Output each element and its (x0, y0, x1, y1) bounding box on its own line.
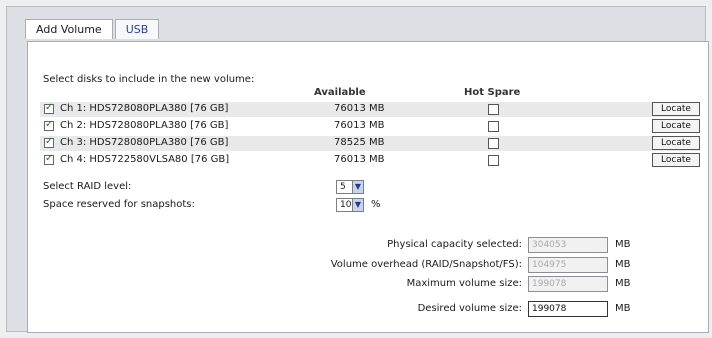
locate-button[interactable]: Locate (652, 153, 700, 167)
tab-usb[interactable]: USB (114, 19, 160, 39)
chevron-down-icon: ▼ (352, 199, 363, 211)
physical-capacity-label: Physical capacity selected: (387, 239, 522, 250)
raid-level-value: 5 (340, 182, 346, 192)
locate-button[interactable]: Locate (652, 102, 700, 116)
locate-button[interactable]: Locate (652, 119, 700, 133)
disk-include-checkbox[interactable] (44, 102, 54, 114)
snapshot-space-select[interactable]: 10 ▼ (336, 198, 364, 212)
disk-available: 76013 MB (334, 103, 385, 114)
raid-level-label: Select RAID level: (43, 181, 132, 192)
chevron-down-icon: ▼ (352, 181, 363, 193)
desired-volume-size-unit: MB (615, 303, 631, 314)
disk-label: Ch 4: HDS722580VLSA80 [76 GB] (60, 154, 230, 165)
hot-spare-checkbox[interactable] (488, 121, 499, 132)
disk-row: Ch 4: HDS722580VLSA80 [76 GB] 76013 MB L… (40, 153, 700, 168)
available-column-header: Available (314, 87, 366, 98)
snapshot-percent-unit: % (371, 199, 381, 210)
disk-available: 76013 MB (334, 120, 385, 131)
disk-include-checkbox[interactable] (44, 136, 54, 148)
disk-include-checkbox[interactable] (44, 153, 54, 165)
hot-spare-checkbox[interactable] (488, 104, 499, 115)
window-frame: Add Volume USB Select disks to include i… (6, 6, 709, 333)
snapshot-space-value: 10 (340, 200, 352, 210)
disk-label: Ch 3: HDS728080PLA380 [76 GB] (60, 137, 229, 148)
raid-level-select[interactable]: 5 ▼ (336, 180, 364, 194)
physical-capacity-field: 304053 (528, 237, 608, 253)
tab-add-volume[interactable]: Add Volume (25, 19, 113, 39)
hot-spare-column-header: Hot Spare (464, 87, 521, 98)
volume-overhead-unit: MB (615, 259, 631, 270)
snapshot-space-label: Space reserved for snapshots: (43, 199, 195, 210)
disk-label: Ch 2: HDS728080PLA380 [76 GB] (60, 120, 229, 131)
max-volume-size-unit: MB (615, 278, 631, 289)
tab-bar: Add Volume USB (25, 19, 160, 41)
disk-row: Ch 1: HDS728080PLA380 [76 GB] 76013 MB L… (40, 102, 700, 117)
hot-spare-checkbox[interactable] (488, 155, 499, 166)
disk-row: Ch 3: HDS728080PLA380 [76 GB] 78525 MB L… (40, 136, 700, 151)
volume-overhead-label: Volume overhead (RAID/Snapshot/FS): (330, 259, 522, 270)
disk-include-checkbox[interactable] (44, 119, 54, 131)
disk-row: Ch 2: HDS728080PLA380 [76 GB] 76013 MB L… (40, 119, 700, 134)
desired-volume-size-input[interactable] (528, 301, 608, 317)
locate-button[interactable]: Locate (652, 136, 700, 150)
max-volume-size-field: 199078 (528, 276, 608, 292)
add-volume-panel: Select disks to include in the new volum… (27, 41, 709, 333)
disk-available: 76013 MB (334, 154, 385, 165)
desired-volume-size-label: Desired volume size: (417, 303, 522, 314)
hot-spare-checkbox[interactable] (488, 138, 499, 149)
max-volume-size-label: Maximum volume size: (406, 278, 522, 289)
disk-label: Ch 1: HDS728080PLA380 [76 GB] (60, 103, 229, 114)
volume-overhead-field: 104975 (528, 257, 608, 273)
disks-intro-label: Select disks to include in the new volum… (43, 74, 255, 85)
physical-capacity-unit: MB (615, 239, 631, 250)
disk-available: 78525 MB (334, 137, 385, 148)
